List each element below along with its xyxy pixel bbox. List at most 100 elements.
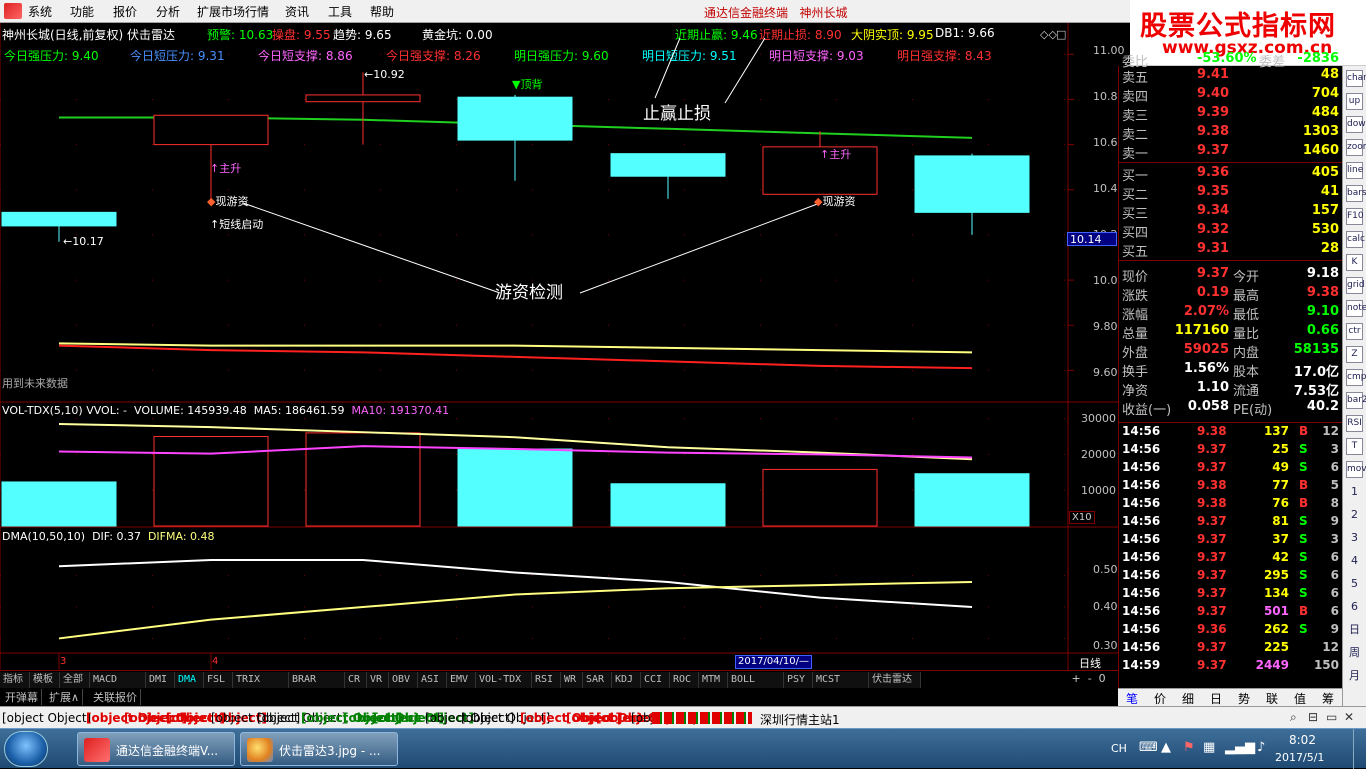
sell-row[interactable]: 卖一 9.37 1460 — [1119, 142, 1343, 162]
app-logo-icon[interactable] — [4, 3, 22, 19]
indicator-tab-boll[interactable]: BOLL — [728, 672, 784, 688]
start-button[interactable] — [4, 731, 48, 767]
side-tool-zoom-icon[interactable]: zoom — [1346, 139, 1366, 156]
indicator-tab-全部[interactable]: 全部 — [60, 672, 90, 688]
indicator-tab-brar[interactable]: BRAR — [289, 672, 345, 688]
volume-icon[interactable]: ♪ — [1257, 740, 1265, 755]
side-tool-月-icon[interactable]: 月 — [1346, 668, 1363, 685]
quote-tab-2[interactable]: 细 — [1182, 690, 1194, 707]
side-tool-5-icon[interactable]: 5 — [1346, 576, 1363, 593]
side-tool-1-icon[interactable]: 1 — [1346, 484, 1363, 501]
side-tool-k-icon[interactable]: K — [1346, 254, 1363, 271]
flag-icon[interactable]: ⚑ — [1183, 740, 1195, 755]
side-tool-6-icon[interactable]: 6 — [1346, 599, 1363, 616]
indicator-tab-obv[interactable]: OBV — [389, 672, 418, 688]
side-tool-z-icon[interactable]: Z — [1346, 346, 1363, 363]
side-tool-bar2-icon[interactable]: bar2 — [1346, 392, 1366, 409]
menu-ext-market[interactable]: 扩展市场行情 — [197, 3, 269, 20]
indicator-tab-vr[interactable]: VR — [367, 672, 389, 688]
sell-row[interactable]: 卖四 9.40 704 — [1119, 85, 1343, 105]
side-tool-move-icon[interactable]: move — [1346, 461, 1366, 478]
quote-tab-4[interactable]: 势 — [1238, 690, 1250, 707]
indicator-tab-dma[interactable]: DMA — [175, 672, 204, 688]
sub-tab-2[interactable]: 关联报价 — [90, 689, 141, 705]
side-tool-line-icon[interactable]: line — [1346, 162, 1363, 179]
side-tool-cmp-icon[interactable]: cmp — [1346, 369, 1366, 386]
quote-tab-5[interactable]: 联 — [1266, 690, 1278, 707]
sell-row[interactable]: 卖二 9.38 1303 — [1119, 123, 1343, 143]
sell-row[interactable]: 卖五 9.41 48 — [1119, 66, 1343, 86]
side-tool-up-icon[interactable]: up — [1346, 93, 1363, 110]
indicator-tab-mcst[interactable]: MCST — [813, 672, 869, 688]
buy-row[interactable]: 买四 9.32 530 — [1119, 221, 1343, 241]
search-icon[interactable]: ⌕ — [1290, 710, 1297, 725]
side-tool-f10-icon[interactable]: F10 — [1346, 208, 1364, 225]
sub-tab-0[interactable]: 开弹幕 — [2, 689, 42, 705]
network-icon[interactable]: ▦ — [1203, 740, 1215, 755]
side-tool-calc-icon[interactable]: calc — [1346, 231, 1365, 248]
chart-nav-controls[interactable]: + - 0 — [1068, 672, 1118, 688]
sell-row[interactable]: 卖三 9.39 484 — [1119, 104, 1343, 124]
menu-analysis[interactable]: 分析 — [156, 3, 180, 20]
clock-date[interactable]: 2017/5/1 — [1275, 751, 1324, 764]
menu-news[interactable]: 资讯 — [285, 3, 309, 20]
quote-tab-7[interactable]: 筹 — [1322, 690, 1334, 707]
side-tool-2-icon[interactable]: 2 — [1346, 507, 1363, 524]
indicator-tab-emv[interactable]: EMV — [447, 672, 476, 688]
quote-tab-0[interactable]: 笔 — [1126, 690, 1138, 707]
indicator-tab-macd[interactable]: MACD — [90, 672, 146, 688]
taskbar-tdx-button[interactable]: 通达信金融终端V... — [77, 732, 235, 766]
quote-tab-3[interactable]: 日 — [1210, 690, 1222, 707]
tray-expand-icon[interactable]: ▲ — [1161, 740, 1171, 755]
indicator-tab-psy[interactable]: PSY — [784, 672, 813, 688]
sub-tab-1[interactable]: 扩展∧ — [46, 689, 84, 705]
indicator-tab-asi[interactable]: ASI — [418, 672, 447, 688]
side-tool-周-icon[interactable]: 周 — [1346, 645, 1363, 662]
menu-help[interactable]: 帮助 — [370, 3, 394, 20]
signal-icon[interactable]: ▂▄▆ — [1225, 740, 1255, 755]
side-tool-日-icon[interactable]: 日 — [1346, 622, 1363, 639]
indicator-tab-roc[interactable]: ROC — [670, 672, 699, 688]
indicator-tab-dmi[interactable]: DMI — [146, 672, 175, 688]
server-name[interactable]: 深圳行情主站1 — [760, 711, 840, 728]
side-tool-3-icon[interactable]: 3 — [1346, 530, 1363, 547]
indicator-tab-rsi[interactable]: RSI — [532, 672, 561, 688]
quote-tab-1[interactable]: 价 — [1154, 690, 1166, 707]
chart-area[interactable]: 神州长城(日线,前复权) 伏击雷达 预警: 10.63 操盘: 9.55 趋势:… — [0, 23, 1125, 671]
menu-system[interactable]: 系统 — [28, 3, 52, 20]
indicator-tab-kdj[interactable]: KDJ — [612, 672, 641, 688]
close-icon[interactable]: ✕ — [1344, 710, 1354, 724]
period-label[interactable]: 日线 — [1079, 655, 1101, 671]
indicator-tab-指标[interactable]: 指标 — [0, 672, 30, 688]
side-tool-ctr-icon[interactable]: ctr — [1346, 323, 1363, 340]
side-tool-grid-icon[interactable]: grid — [1346, 277, 1365, 294]
minimize-icon[interactable]: ⊟ — [1308, 710, 1318, 724]
side-tool-chart-icon[interactable]: chart — [1346, 70, 1366, 87]
keyboard-icon[interactable]: ⌨ — [1139, 740, 1158, 755]
buy-row[interactable]: 买二 9.35 41 — [1119, 183, 1343, 203]
side-tool-notes-icon[interactable]: notes — [1346, 300, 1366, 317]
indicator-tab-sar[interactable]: SAR — [583, 672, 612, 688]
side-tool-rsi-icon[interactable]: RSI — [1346, 415, 1363, 432]
indicator-tab-模板[interactable]: 模板 — [30, 672, 60, 688]
indicator-tab-mtm[interactable]: MTM — [699, 672, 728, 688]
buy-row[interactable]: 买三 9.34 157 — [1119, 202, 1343, 222]
indicator-tab-伏击雷达[interactable]: 伏击雷达 — [869, 672, 921, 688]
indicator-tab-cci[interactable]: CCI — [641, 672, 670, 688]
side-tool-4-icon[interactable]: 4 — [1346, 553, 1363, 570]
taskbar-paint-button[interactable]: 伏击雷达3.jpg - ... — [240, 732, 398, 766]
buy-row[interactable]: 买五 9.31 28 — [1119, 240, 1343, 260]
quote-tab-6[interactable]: 值 — [1294, 690, 1306, 707]
menu-quote[interactable]: 报价 — [113, 3, 137, 20]
indicator-tab-trix[interactable]: TRIX — [233, 672, 289, 688]
lang-indicator[interactable]: CH — [1111, 742, 1127, 755]
buy-row[interactable]: 买一 9.36 405 — [1119, 164, 1343, 184]
side-tool-t-icon[interactable]: T — [1346, 438, 1363, 455]
side-tool-bars-icon[interactable]: bars — [1346, 185, 1366, 202]
show-desktop-button[interactable] — [1353, 729, 1365, 769]
indicator-tab-wr[interactable]: WR — [561, 672, 583, 688]
menu-tools[interactable]: 工具 — [328, 3, 352, 20]
clock-time[interactable]: 8:02 — [1289, 733, 1316, 747]
indicator-tab-cr[interactable]: CR — [345, 672, 367, 688]
menu-function[interactable]: 功能 — [70, 3, 94, 20]
